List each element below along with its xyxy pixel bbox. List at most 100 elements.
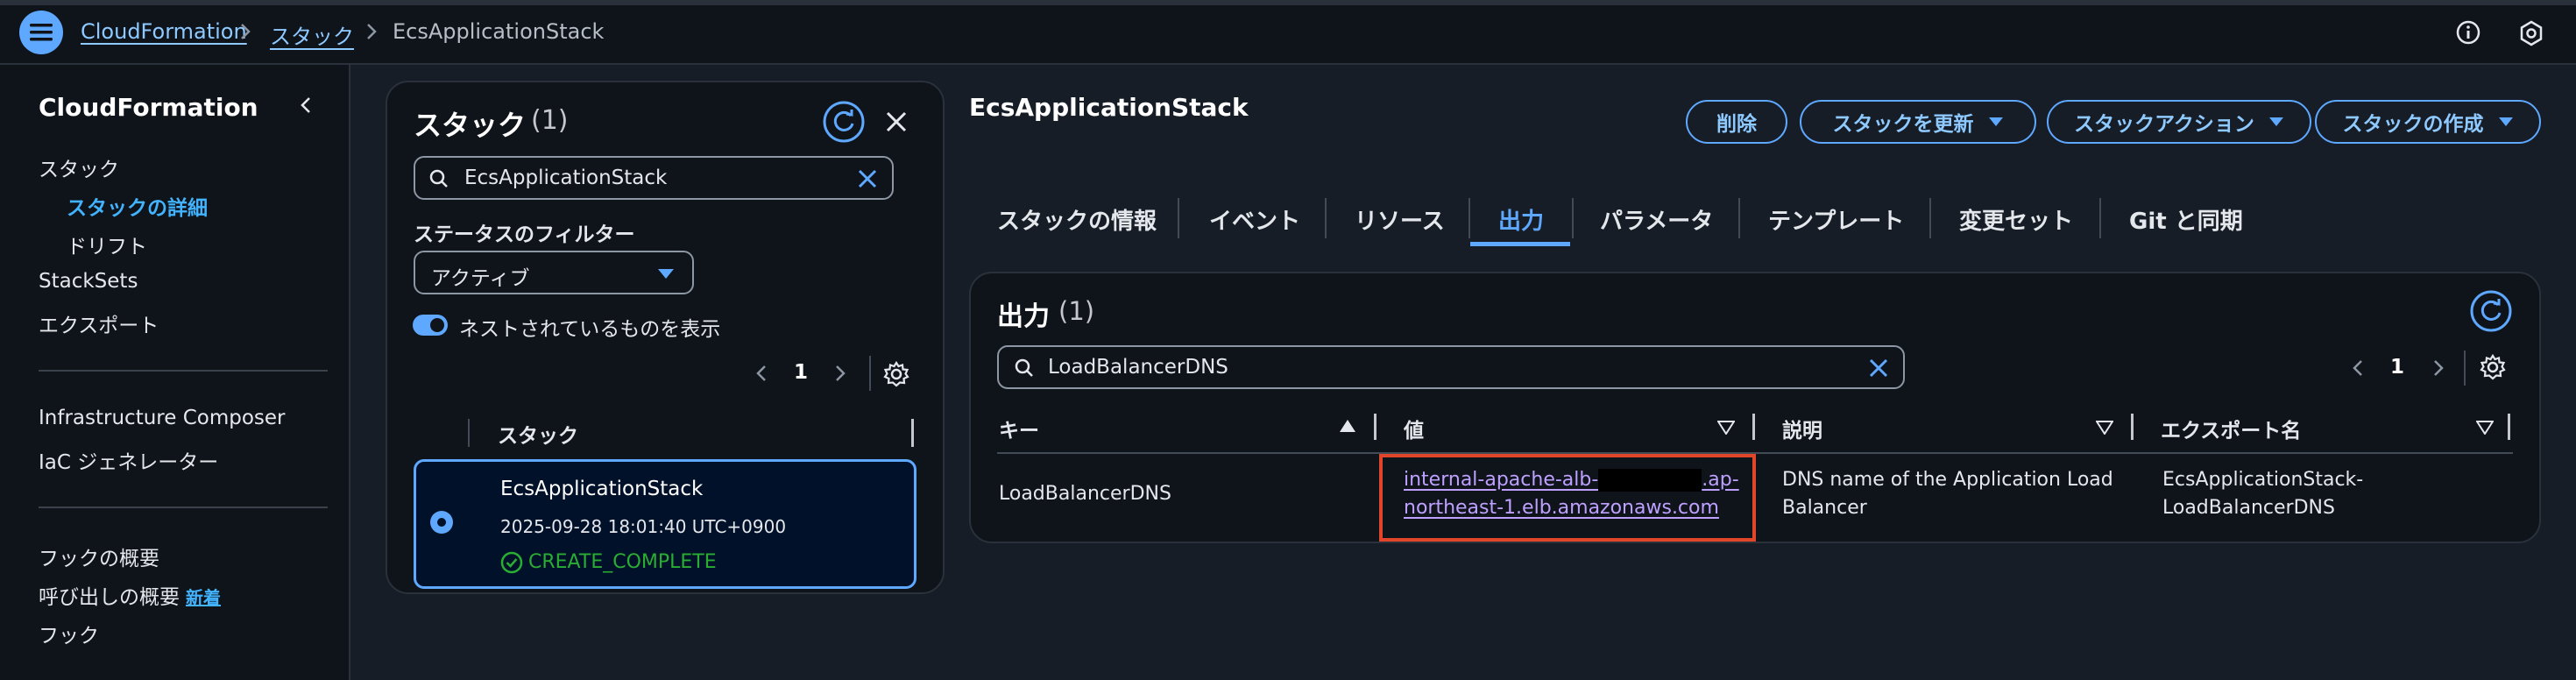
nested-toggle-label: ネストされているものを表示 [459,318,721,341]
nested-toggle-switch[interactable] [412,314,449,336]
tab-divider [1178,198,1179,238]
caret-down-icon [2498,117,2513,126]
stack-list-count: (1) [531,105,569,136]
column-divider[interactable] [1752,414,1755,440]
stack-search-input[interactable] [464,165,815,191]
tab-parameters[interactable]: パラメータ [1600,203,1713,236]
outputs-title: 出力 [997,301,1050,332]
stack-column-header[interactable]: スタック [498,419,578,449]
delete-button[interactable]: 削除 [1686,100,1787,144]
update-stack-button[interactable]: スタックを更新 [1800,100,2036,144]
breadcrumb-stacks[interactable]: スタック [270,19,354,50]
stack-item-status: CREATE_COMPLETE [528,551,717,573]
caret-down-icon [2268,117,2283,126]
clear-search-icon[interactable] [1868,358,1889,379]
sidebar-item-hooks-overview[interactable]: フックの概要 [39,542,159,571]
outputs-search-field[interactable] [997,345,1905,389]
sort-icon[interactable] [2096,421,2113,435]
sidebar-item-invocations-overview[interactable]: 呼び出しの概要 [39,580,180,610]
outputs-count: (1) [1058,296,1095,326]
tab-git-sync[interactable]: Git と同期 [2129,203,2243,236]
sort-icon[interactable] [2476,421,2494,435]
chevron-right-icon [367,24,377,39]
outputs-page-number[interactable]: 1 [2390,356,2404,379]
clear-search-icon[interactable] [857,168,878,189]
table-row: LoadBalancerDNS internal-apache-alb- .ap-… [997,454,2513,542]
breadcrumb-cloudformation[interactable]: CloudFormation [81,19,247,44]
breadcrumb-current: EcsApplicationStack [393,19,605,44]
tab-divider [2099,198,2101,238]
new-badge[interactable]: 新着 [186,584,221,609]
sidebar-item-hooks[interactable]: フック [39,619,99,648]
sidebar-item-stack-details[interactable]: スタックの詳細 [67,191,208,221]
stack-item-name: EcsApplicationStack [500,478,704,500]
stack-list-item[interactable]: EcsApplicationStack 2025-09-28 18:01:40 … [414,459,916,589]
status-filter-label: ステータスのフィルター [414,223,635,246]
sidebar-item-infrastructure-composer[interactable]: Infrastructure Composer [39,407,286,429]
preferences-gear-icon[interactable] [2480,354,2506,380]
stack-actions-button[interactable]: スタックアクション [2047,100,2311,144]
redaction-block [1598,469,1702,492]
sidebar-item-exports[interactable]: エクスポート [39,308,159,338]
sidebar-item-stacks[interactable]: スタック [39,152,119,182]
active-tab-indicator [1470,242,1570,246]
tab-stack-info[interactable]: スタックの情報 [997,203,1157,236]
output-description: DNS name of the Application Load Balance… [1782,469,2113,519]
column-header-description[interactable]: 説明 [1782,414,1822,443]
tab-change-sets[interactable]: 変更セット [1959,203,2073,236]
caret-down-icon [658,269,674,279]
tab-outputs[interactable]: 出力 [1498,203,1544,236]
top-bar [0,0,2576,65]
menu-button[interactable] [19,11,63,54]
tab-divider [1468,198,1470,238]
next-page-icon[interactable] [2427,358,2448,379]
status-filter-value: アクティブ [431,267,530,290]
column-divider[interactable] [1374,414,1376,440]
prev-page-icon[interactable] [2348,358,2369,379]
hamburger-icon [30,24,53,41]
tab-resources[interactable]: リソース [1355,203,1445,236]
collapse-chevron-left-icon[interactable] [296,95,317,116]
tab-events[interactable]: イベント [1209,203,1300,236]
stack-search-field[interactable] [414,156,894,200]
outputs-refresh-icon[interactable] [2469,289,2513,333]
column-header-export-name[interactable]: エクスポート名 [2161,414,2301,443]
refresh-icon[interactable] [822,100,866,144]
sidebar-item-drift[interactable]: ドリフト [67,230,147,259]
create-stack-button[interactable]: スタックの作成 [2315,100,2541,144]
outputs-search-input[interactable] [1048,354,1749,380]
caret-down-icon [1988,117,2003,126]
stack-list-title: スタック [414,109,527,142]
tab-divider [1572,198,1574,238]
tab-divider [1325,198,1327,238]
sidebar-title: CloudFormation [39,93,258,122]
chevron-right-icon [241,24,251,39]
stack-list-page-number[interactable]: 1 [794,361,808,384]
column-header-value[interactable]: 値 [1404,414,1424,443]
sidebar-item-iac-generator[interactable]: IaC ジェネレーター [39,445,218,475]
output-value-link[interactable]: internal-apache-alb- .ap- northeast-1.elb… [1404,466,1745,522]
column-divider[interactable] [2508,414,2510,440]
column-header-key[interactable]: キー [999,414,1039,443]
next-page-icon[interactable] [829,363,850,384]
search-icon [1015,358,1033,377]
close-icon[interactable] [883,109,909,135]
sort-icon[interactable] [1717,421,1735,435]
info-icon[interactable] [2455,19,2481,46]
preferences-gear-icon[interactable] [883,361,909,387]
prev-page-icon[interactable] [752,363,773,384]
tab-divider [1738,198,1740,238]
output-export-name: EcsApplicationStack- LoadBalancerDNS [2162,469,2364,519]
column-resize-handle[interactable] [911,419,914,447]
sort-ascending-icon[interactable] [1339,419,1356,433]
output-key: LoadBalancerDNS [999,483,1171,505]
settings-hex-icon[interactable] [2518,19,2544,47]
status-filter-select[interactable]: アクティブ [414,251,694,294]
selected-radio[interactable] [428,509,455,535]
sidebar-divider [39,506,328,508]
tab-template[interactable]: テンプレート [1768,203,1904,236]
sidebar-item-stacksets[interactable]: StackSets [39,270,138,293]
column-divider[interactable] [2131,414,2134,440]
tab-divider [1929,198,1931,238]
header-divider [468,419,470,447]
